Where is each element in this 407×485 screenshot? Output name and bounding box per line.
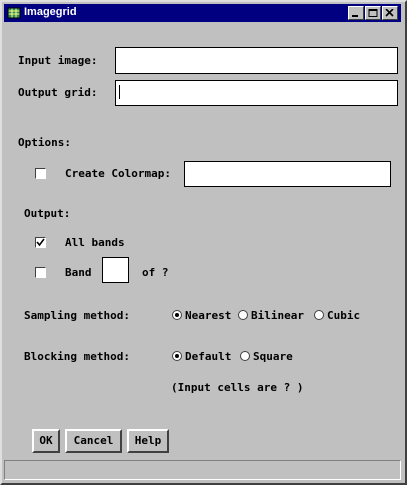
text-caret (119, 85, 120, 99)
sampling-method-label: Sampling method: (24, 309, 130, 322)
close-button[interactable] (382, 6, 398, 20)
blocking-square-radio[interactable] (240, 351, 250, 361)
ok-button[interactable]: OK (32, 429, 60, 453)
cancel-button[interactable]: Cancel (65, 429, 122, 453)
sampling-cubic-radio[interactable] (314, 310, 324, 320)
maximize-button[interactable] (365, 6, 381, 20)
band-number-field[interactable] (102, 257, 129, 283)
create-colormap-label: Create Colormap: (65, 167, 171, 180)
sampling-bilinear-label: Bilinear (251, 309, 304, 322)
minimize-button[interactable] (348, 6, 364, 20)
band-checkbox[interactable] (35, 267, 46, 278)
band-of-label: of ? (142, 266, 169, 279)
output-heading: Output: (24, 207, 71, 220)
input-cells-note: (Input cells are ? ) (171, 381, 304, 394)
sampling-nearest-radio[interactable] (172, 310, 182, 320)
blocking-default-label: Default (185, 350, 232, 363)
grid-app-icon (7, 6, 21, 20)
all-bands-label: All bands (65, 236, 125, 249)
colormap-field[interactable] (184, 161, 391, 187)
blocking-method-label: Blocking method: (24, 350, 130, 363)
band-label: Band (65, 266, 92, 279)
sampling-bilinear-radio[interactable] (238, 310, 248, 320)
dialog-body: Input image: Output grid: Options: Creat… (8, 26, 399, 456)
sampling-cubic-label: Cubic (327, 309, 361, 322)
output-grid-label: Output grid: (18, 86, 98, 99)
input-image-field[interactable] (115, 47, 398, 74)
all-bands-checkbox[interactable] (35, 237, 46, 248)
status-bar (4, 460, 401, 480)
create-colormap-checkbox[interactable] (35, 168, 46, 179)
sampling-nearest-label: Nearest (185, 309, 232, 322)
close-icon (385, 9, 394, 17)
blocking-square-label: Square (253, 350, 293, 363)
check-mark-icon (36, 238, 45, 247)
input-image-label: Input image: (18, 54, 98, 67)
options-heading: Options: (18, 136, 71, 149)
imagegrid-window: Imagegrid Input image: Output grid: Opti… (0, 0, 407, 485)
maximize-icon (368, 9, 378, 17)
minimize-icon (352, 15, 358, 17)
blocking-default-radio[interactable] (172, 351, 182, 361)
help-button[interactable]: Help (127, 429, 169, 453)
output-grid-field[interactable] (115, 80, 398, 106)
title-bar: Imagegrid (4, 4, 401, 22)
window-title: Imagegrid (24, 6, 77, 18)
